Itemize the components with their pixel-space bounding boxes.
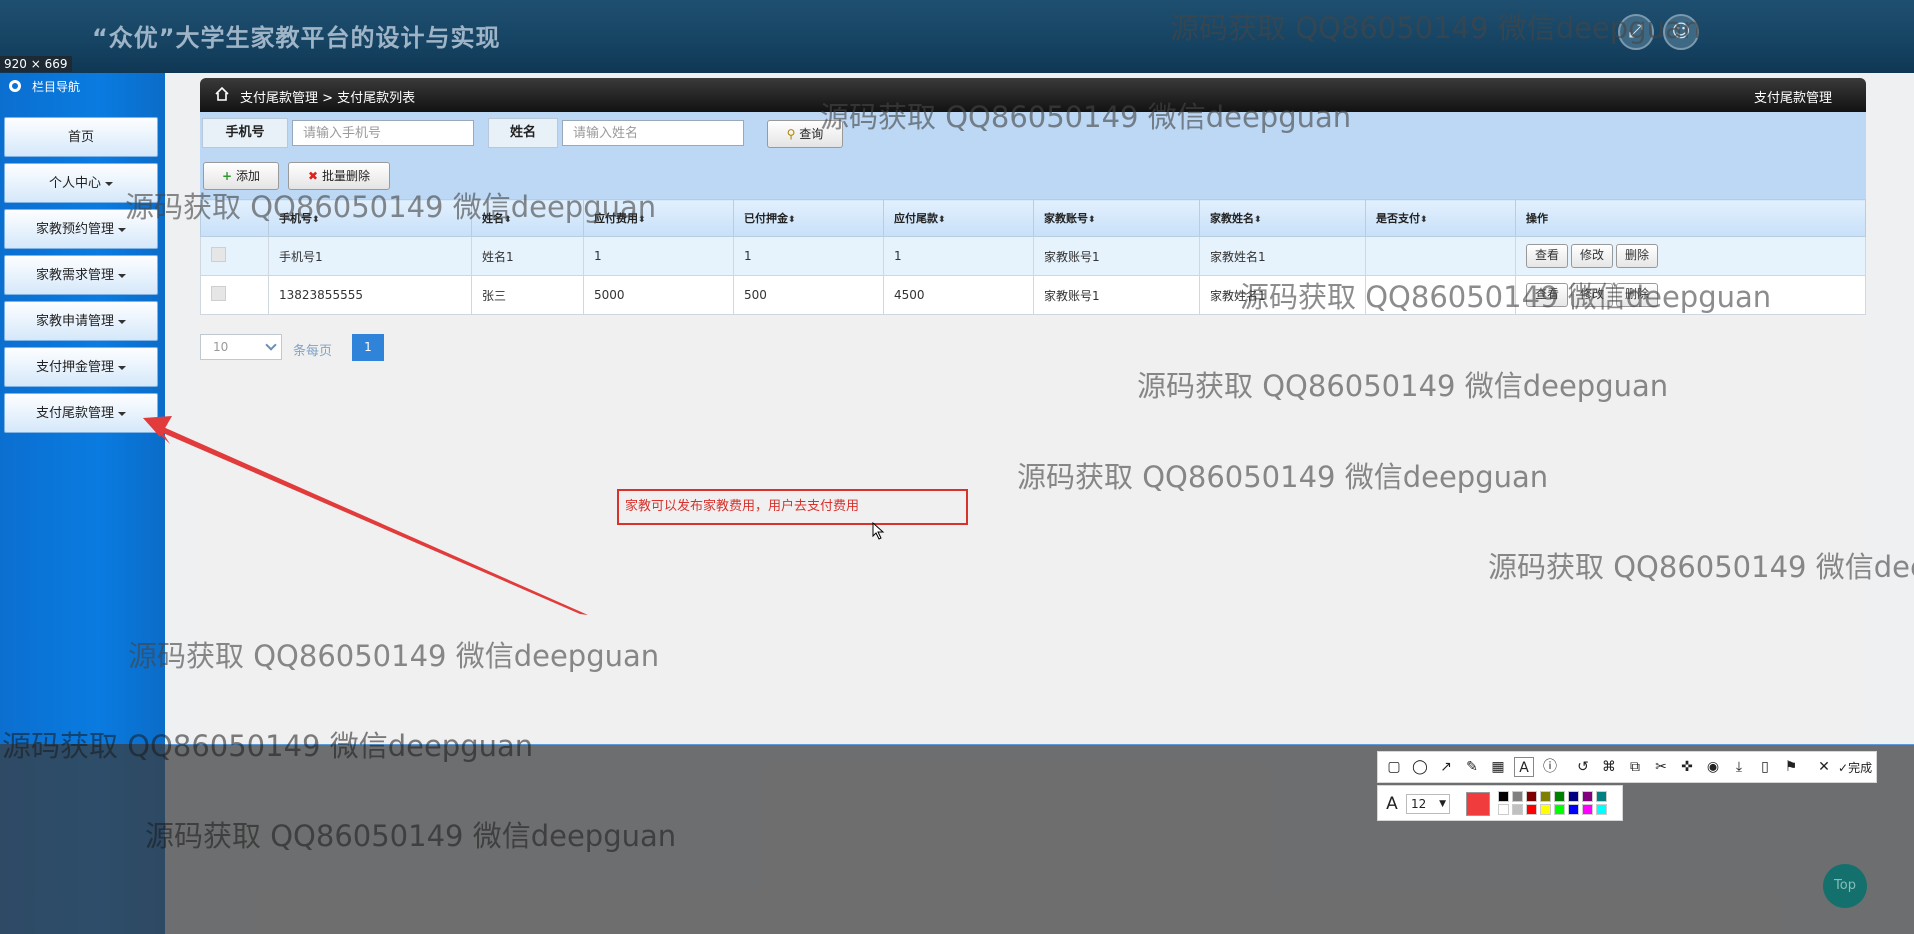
done-button[interactable]: ✓完成 — [1838, 758, 1872, 778]
color-swatch[interactable] — [1582, 791, 1593, 802]
color-swatch[interactable] — [1596, 804, 1607, 815]
color-palette — [1498, 791, 1618, 817]
font-size-select[interactable]: 12 ▼ — [1406, 794, 1450, 814]
text-tool-icon[interactable]: A — [1514, 757, 1534, 777]
rectangle-tool-icon[interactable]: ▢ — [1384, 757, 1404, 777]
color-swatch[interactable] — [1540, 804, 1551, 815]
watermark: 源码获取 QQ86050149 微信deepguan — [2, 729, 534, 763]
annotation-textbox[interactable]: 家教可以发布家教费用，用户去支付费用 — [617, 489, 968, 525]
color-swatch[interactable] — [1512, 791, 1523, 802]
color-swatch[interactable] — [1554, 791, 1565, 802]
color-swatch[interactable] — [1540, 791, 1551, 802]
watermark: 源码获取 QQ86050149 微信deepguan — [1170, 11, 1702, 45]
mosaic-tool-icon[interactable]: ▦ — [1488, 757, 1508, 777]
watermark: 源码获取 QQ86050149 微信deepguan — [1240, 280, 1772, 314]
capture-toolbar: ▢ ◯ ↗ ✎ ▦ A ⓘ ↺ ⌘ ⧉ ✂ ✜ ◉ ⤓ ▯ ⚑ ✕ ✓完成 — [1377, 751, 1877, 783]
font-size-value: 12 — [1411, 797, 1427, 811]
ellipse-tool-icon[interactable]: ◯ — [1410, 757, 1430, 777]
translate-icon[interactable]: ⧉ — [1625, 757, 1645, 777]
watermark: 源码获取 QQ86050149 微信deepguan — [128, 639, 660, 673]
undo-icon[interactable]: ↺ — [1573, 757, 1593, 777]
screenshot-tool-icon[interactable]: ✂ — [1651, 757, 1671, 777]
current-color-swatch — [1467, 793, 1489, 815]
color-swatch[interactable] — [1596, 791, 1607, 802]
watermark: 源码获取 QQ86050149 微信deepguan — [1137, 369, 1669, 403]
color-swatch[interactable] — [1582, 804, 1593, 815]
checkmark-icon: ✓ — [1838, 761, 1849, 775]
color-swatch[interactable] — [1498, 804, 1509, 815]
pen-tool-icon[interactable]: ✎ — [1462, 757, 1482, 777]
watermark: 源码获取 QQ86050149 微信deepguan — [820, 100, 1352, 134]
done-label: 完成 — [1848, 761, 1873, 775]
font-icon: A — [1386, 794, 1398, 814]
back-to-top-button[interactable]: Top — [1823, 864, 1867, 908]
watermark: 源码获取 QQ86050149 微信deepguan — [1017, 460, 1549, 494]
current-color[interactable] — [1466, 792, 1490, 816]
color-swatch[interactable] — [1568, 804, 1579, 815]
serial-number-tool-icon[interactable]: ⓘ — [1540, 757, 1560, 777]
color-swatch[interactable] — [1512, 804, 1523, 815]
text-style-toolbar: A 12 ▼ — [1377, 785, 1623, 821]
close-icon[interactable]: ✕ — [1814, 757, 1834, 777]
watermark: 源码获取 QQ86050149 微信deepguan — [125, 190, 657, 224]
arrow-tool-icon[interactable]: ↗ — [1436, 757, 1456, 777]
record-icon[interactable]: ◉ — [1703, 757, 1723, 777]
color-swatch[interactable] — [1498, 791, 1509, 802]
bookmark-icon[interactable]: ⚑ — [1781, 757, 1801, 777]
phone-icon[interactable]: ▯ — [1755, 757, 1775, 777]
color-swatch[interactable] — [1526, 791, 1537, 802]
watermark: 源码获取 QQ86050149 微信deepguan — [1488, 550, 1914, 584]
chevron-down-icon: ▼ — [1439, 799, 1446, 809]
color-swatch[interactable] — [1526, 804, 1537, 815]
color-swatch[interactable] — [1554, 804, 1565, 815]
watermark: 源码获取 QQ86050149 微信deepguan — [145, 819, 677, 853]
mouse-cursor-icon — [872, 522, 885, 540]
download-icon[interactable]: ⤓ — [1729, 757, 1749, 777]
ocr-icon[interactable]: ⌘ — [1599, 757, 1619, 777]
color-swatch[interactable] — [1568, 791, 1579, 802]
pin-icon[interactable]: ✜ — [1677, 757, 1697, 777]
